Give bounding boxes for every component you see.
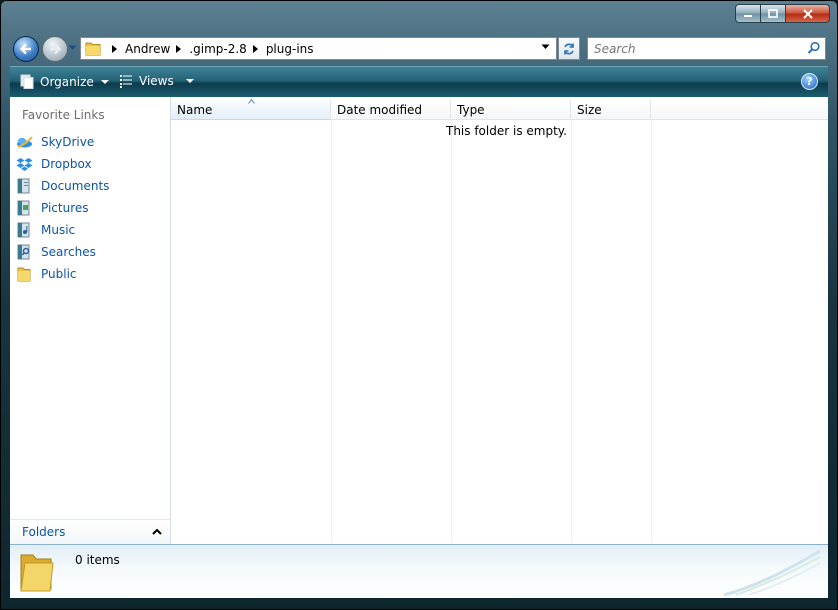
column-header-label: Type (457, 102, 485, 117)
pictures-icon (17, 200, 30, 216)
navigation-pane: Favorite Links SkyDrive Dropbox Document… (10, 97, 171, 544)
sidebar-item-searches[interactable]: Searches (16, 241, 109, 263)
searches-icon (17, 244, 30, 260)
back-button[interactable] (13, 36, 39, 62)
favorite-links-list: SkyDrive Dropbox Documents Pictures Musi… (16, 131, 109, 285)
views-icon (120, 75, 132, 88)
sidebar-item-label: Dropbox (41, 157, 92, 171)
organize-button[interactable]: Organize (20, 74, 109, 89)
file-list[interactable]: Name Date modified Type Size This folder… (171, 97, 828, 544)
column-divider (651, 120, 652, 544)
search-input[interactable] (592, 40, 796, 57)
organize-icon (20, 74, 34, 89)
dropbox-icon (16, 157, 33, 171)
item-count: 0 items (75, 553, 120, 567)
close-button[interactable] (786, 4, 830, 23)
column-header-label: Date modified (337, 102, 423, 117)
sidebar-item-label: SkyDrive (41, 135, 95, 149)
sidebar-item-public[interactable]: Public (16, 263, 109, 285)
sidebar-item-skydrive[interactable]: SkyDrive (16, 131, 109, 153)
sidebar-item-label: Documents (41, 179, 110, 193)
search-icon[interactable] (807, 41, 821, 55)
column-divider (571, 120, 572, 544)
chevron-down-icon (185, 79, 194, 83)
maximize-button[interactable] (760, 4, 786, 23)
navigation-bar: Andrew .gimp-2.8 plug-ins (0, 32, 838, 64)
sidebar-item-label: Pictures (41, 201, 89, 215)
chevron-up-icon (152, 528, 162, 535)
public-folder-icon (17, 267, 31, 282)
column-divider (331, 120, 332, 544)
sidebar-item-music[interactable]: Music (16, 219, 109, 241)
views-button[interactable]: Views (119, 74, 194, 88)
details-pane: 0 items (10, 544, 828, 598)
folder-icon (85, 42, 101, 56)
maximize-icon (768, 8, 778, 18)
sidebar-item-label: Searches (41, 245, 96, 259)
sidebar-item-label: Music (41, 223, 76, 237)
favorite-links-title: Favorite Links (22, 108, 105, 122)
documents-icon (17, 178, 30, 194)
recent-pages-dropdown-icon[interactable] (68, 45, 77, 51)
swoosh-decoration-icon (723, 549, 821, 597)
folders-toggle[interactable]: Folders (10, 519, 170, 544)
arrow-left-icon (19, 43, 31, 55)
breadcrumb-plug-ins[interactable]: plug-ins (266, 42, 314, 56)
sidebar-item-dropbox[interactable]: Dropbox (16, 153, 109, 175)
empty-folder-message: This folder is empty. (446, 124, 567, 138)
sidebar-item-documents[interactable]: Documents (16, 175, 109, 197)
arrow-right-icon (50, 43, 62, 55)
column-header-filler (651, 100, 828, 120)
content-area: Favorite Links SkyDrive Dropbox Document… (10, 97, 828, 544)
forward-button[interactable] (42, 36, 68, 62)
breadcrumb-separator[interactable] (252, 44, 258, 53)
sort-ascending-icon (248, 99, 255, 104)
music-icon (17, 222, 30, 238)
breadcrumb-andrew[interactable]: Andrew (125, 42, 170, 56)
refresh-icon (564, 43, 574, 54)
refresh-button[interactable] (558, 37, 580, 60)
views-label: Views (139, 74, 174, 88)
help-icon: ? (806, 75, 813, 88)
explorer-window: Andrew .gimp-2.8 plug-ins Organize Views… (0, 0, 838, 610)
breadcrumb-gimp[interactable]: .gimp-2.8 (189, 42, 247, 56)
column-header-label: Size (577, 102, 602, 117)
column-header-label: Name (177, 102, 213, 117)
sidebar-item-label: Public (41, 267, 77, 281)
organize-label: Organize (40, 74, 94, 89)
caption-buttons (735, 4, 830, 23)
column-header-date-modified[interactable]: Date modified (331, 100, 451, 120)
column-header-type[interactable]: Type (451, 100, 571, 120)
folders-label: Folders (22, 525, 66, 539)
sidebar-item-pictures[interactable]: Pictures (16, 197, 109, 219)
search-box[interactable] (587, 37, 826, 60)
column-header-name[interactable]: Name (171, 99, 331, 120)
address-dropdown-icon[interactable] (541, 44, 550, 50)
chevron-down-icon (100, 79, 109, 84)
column-header-size[interactable]: Size (571, 100, 651, 120)
address-bar[interactable]: Andrew .gimp-2.8 plug-ins (80, 37, 557, 60)
breadcrumb-separator[interactable] (112, 44, 117, 53)
close-icon (802, 8, 813, 19)
help-button[interactable]: ? (801, 73, 818, 90)
skydrive-icon (17, 136, 33, 148)
breadcrumb-separator[interactable] (176, 44, 182, 53)
minimize-button[interactable] (735, 4, 760, 23)
folder-large-icon (20, 554, 54, 592)
column-divider (451, 120, 452, 544)
command-toolbar: Organize Views ? (10, 66, 828, 97)
minimize-icon (744, 14, 752, 17)
